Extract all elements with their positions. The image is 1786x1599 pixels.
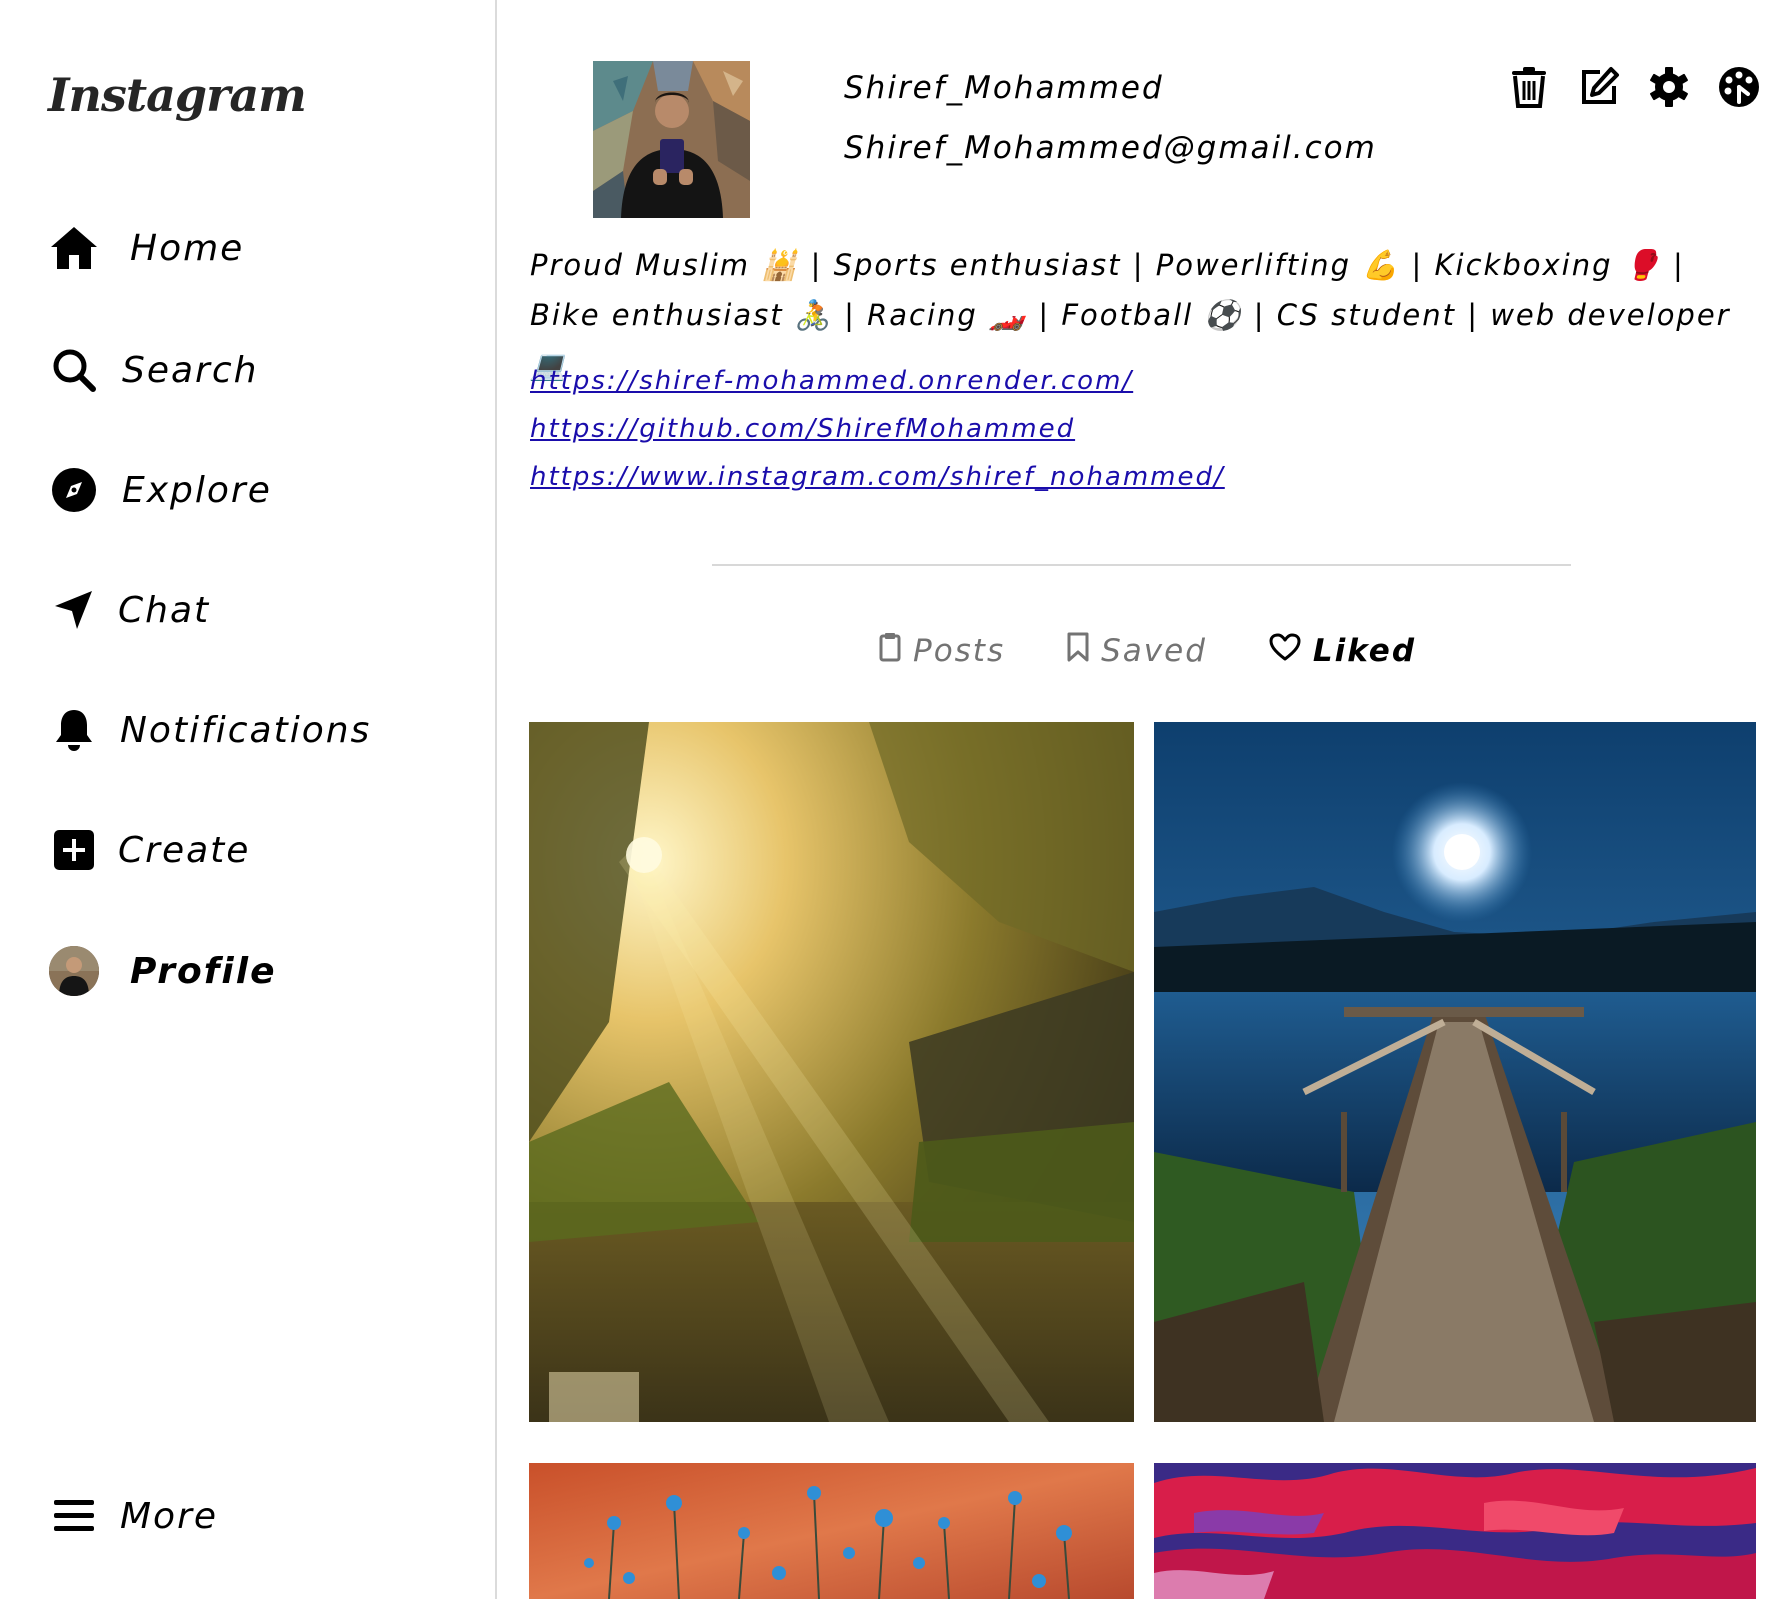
profile-actions xyxy=(1507,65,1761,109)
trash-icon[interactable] xyxy=(1507,65,1551,109)
tab-label: Liked xyxy=(1312,633,1417,669)
profile-tabs: Posts Saved Liked xyxy=(879,632,1416,670)
divider xyxy=(712,564,1571,566)
bookmark-icon xyxy=(1067,632,1089,670)
post-image-flowers[interactable] xyxy=(529,1463,1134,1599)
sidebar: Instagram Home Search Explore Chat Notif… xyxy=(0,0,497,1599)
plus-square-icon xyxy=(48,824,100,876)
profile-link-portfolio[interactable]: https://shiref-mohammed.onrender.com/ xyxy=(530,363,1225,399)
bell-icon xyxy=(48,704,100,756)
heart-icon xyxy=(1269,633,1301,669)
profile-photo[interactable] xyxy=(593,61,750,218)
sidebar-item-label: Home xyxy=(130,227,245,269)
compass-icon xyxy=(48,464,100,516)
tab-label: Posts xyxy=(913,633,1006,669)
sidebar-item-notifications[interactable]: Notifications xyxy=(48,700,468,760)
sidebar-item-home[interactable]: Home xyxy=(48,218,468,278)
sidebar-item-label: Notifications xyxy=(120,709,372,751)
profile-link-instagram[interactable]: https://www.instagram.com/shiref_nohamme… xyxy=(530,459,1225,495)
sidebar-item-label: Chat xyxy=(118,589,211,631)
edit-icon[interactable] xyxy=(1577,65,1621,109)
gear-icon[interactable] xyxy=(1647,65,1691,109)
tab-posts[interactable]: Posts xyxy=(879,632,1005,670)
instagram-logo[interactable]: Instagram xyxy=(48,68,307,122)
sidebar-item-label: More xyxy=(120,1495,219,1537)
sidebar-item-profile[interactable]: Profile xyxy=(48,941,468,1001)
tab-saved[interactable]: Saved xyxy=(1067,632,1207,670)
search-icon xyxy=(48,344,100,396)
page: Instagram Home Search Explore Chat Notif… xyxy=(0,0,1786,1599)
clipboard-icon xyxy=(879,632,901,670)
sidebar-item-label: Create xyxy=(118,829,251,871)
home-icon xyxy=(48,222,100,274)
menu-icon xyxy=(48,1490,100,1542)
post-image-lake[interactable] xyxy=(1154,722,1756,1422)
sidebar-item-create[interactable]: Create xyxy=(48,820,468,880)
sidebar-item-label: Search xyxy=(122,349,259,391)
sidebar-item-chat[interactable]: Chat xyxy=(48,580,468,640)
avatar xyxy=(48,945,100,997)
sidebar-item-search[interactable]: Search xyxy=(48,340,468,400)
palette-icon[interactable] xyxy=(1717,65,1761,109)
tab-label: Saved xyxy=(1101,633,1207,669)
sidebar-item-explore[interactable]: Explore xyxy=(48,460,468,520)
profile-username: Shiref_Mohammed xyxy=(844,70,1164,106)
post-image-clouds[interactable] xyxy=(1154,1463,1756,1599)
sidebar-item-more[interactable]: More xyxy=(48,1486,468,1546)
profile-main: Shiref_Mohammed Shiref_Mohammed@gmail.co… xyxy=(499,0,1786,1599)
profile-links: https://shiref-mohammed.onrender.com/ ht… xyxy=(530,363,1225,495)
profile-link-github[interactable]: https://github.com/ShirefMohammed xyxy=(530,411,1225,447)
sidebar-item-label: Profile xyxy=(130,950,277,992)
post-image-forest[interactable] xyxy=(529,722,1134,1422)
profile-email: Shiref_Mohammed@gmail.com xyxy=(844,130,1377,166)
sidebar-item-label: Explore xyxy=(122,469,272,511)
send-icon xyxy=(48,584,100,636)
tab-liked[interactable]: Liked xyxy=(1269,633,1416,669)
